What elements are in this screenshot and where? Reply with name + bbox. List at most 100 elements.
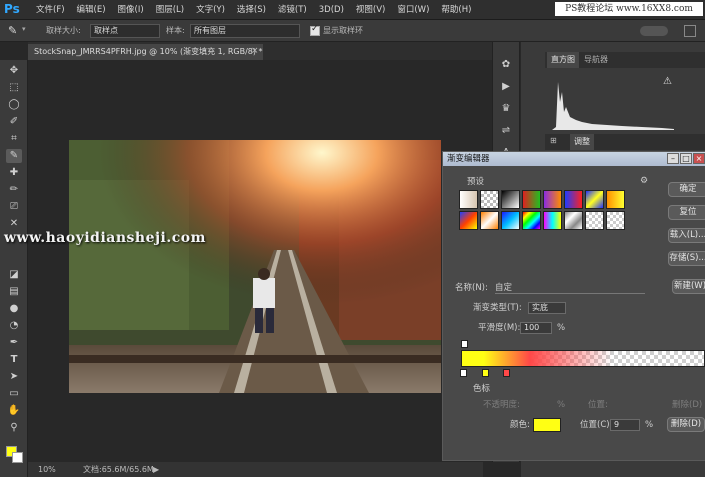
gradient-bar[interactable] [461,350,705,367]
menu-3d[interactable]: 3D(D) [313,0,350,20]
preset-swatch[interactable] [480,190,499,209]
railway-photo [69,140,441,393]
menu-file[interactable]: 文件(F) [30,0,71,20]
smoothness-input[interactable]: 100 [520,322,552,334]
eyedropper-tool-icon[interactable]: ✎ [6,149,22,163]
stop-color-swatch[interactable] [533,418,561,432]
healing-brush-tool-icon[interactable]: ✚ [6,166,22,180]
zoom-tool-icon[interactable]: ⚲ [6,421,22,435]
smoothness-unit: % [557,323,566,333]
preset-swatch[interactable] [522,190,541,209]
brush-settings-icon[interactable]: ♛ [499,102,513,116]
eyedropper-icon[interactable]: ✎ [8,24,22,38]
save-button[interactable]: 存储(S)... [668,251,705,266]
eraser-tool-icon[interactable]: ◪ [6,268,22,282]
brush-tool-icon[interactable]: ✏ [6,183,22,197]
dodge-tool-icon[interactable]: ◔ [6,319,22,333]
color-stop[interactable] [503,369,510,377]
play-icon[interactable]: ▶ [499,80,513,94]
smoothness-label: 平滑度(M): [478,323,521,333]
preset-swatch[interactable] [606,211,625,230]
adjust-icon[interactable]: ⇌ [499,124,513,138]
preset-swatch[interactable] [459,211,478,230]
chevron-down-icon[interactable]: ▾ [22,25,26,33]
menu-window[interactable]: 窗口(W) [391,0,435,20]
tab-navigator[interactable]: 导航器 [580,52,612,68]
shape-tool-icon[interactable]: ▭ [6,387,22,401]
document-tab[interactable]: StockSnap_JMRRS4PFRH.jpg @ 10% (渐变填充 1, … [28,44,263,60]
presets-label: 预设 [467,177,485,187]
preset-swatch[interactable] [501,190,520,209]
ok-button[interactable]: 确定 [668,182,705,197]
crop-tool-icon[interactable]: ⌗ [6,132,22,146]
history-brush-tool-icon[interactable]: ✕ [6,217,22,231]
preset-swatch[interactable] [522,211,541,230]
reset-button[interactable]: 复位 [668,205,705,220]
zoom-level[interactable]: 10% [38,462,56,477]
path-select-tool-icon[interactable]: ➤ [6,370,22,384]
minimize-icon[interactable]: – [667,153,679,164]
opacity-stop[interactable] [461,340,468,348]
close-window-icon[interactable]: × [693,153,705,164]
blur-tool-icon[interactable]: ● [6,302,22,316]
menu-image[interactable]: 图像(I) [112,0,150,20]
preset-swatch[interactable] [564,190,583,209]
tab-adjustments[interactable]: 调整 [570,134,594,150]
warning-icon[interactable]: ⚠ [663,76,672,87]
menu-view[interactable]: 视图(V) [350,0,391,20]
lasso-tool-icon[interactable]: ◯ [6,98,22,112]
location-input[interactable]: 9 [610,419,640,431]
gradient-tool-icon[interactable]: ▤ [6,285,22,299]
sample-select[interactable]: 所有图层 [190,24,300,38]
status-bar: 10% 文档:65.6M/65.6M ▶ [28,462,483,477]
text-tool-icon[interactable]: T [6,353,22,367]
color-label: 颜色: [510,420,530,430]
chevron-right-icon[interactable]: ▶ [153,462,159,477]
check-icon: ✓ [311,24,319,34]
color-stop-selected[interactable] [482,369,489,377]
gradient-type-select[interactable]: 实底 [528,302,566,314]
quick-select-tool-icon[interactable]: ✐ [6,115,22,129]
menu-layer[interactable]: 图层(L) [150,0,190,20]
menu-type[interactable]: 文字(Y) [190,0,231,20]
name-value[interactable]: 自定 [495,282,645,294]
preset-swatch[interactable] [585,190,604,209]
load-button[interactable]: 载入(L)... [668,228,705,243]
presets-grid[interactable] [459,190,629,234]
delete-button[interactable]: 删除(D) [667,417,705,432]
preset-swatch[interactable] [480,211,499,230]
panel-icon[interactable]: ⊞ [550,136,557,145]
document-size[interactable]: 文档:65.6M/65.6M [83,462,154,477]
preset-swatch[interactable] [585,211,604,230]
palette-icon[interactable]: ✿ [499,58,513,72]
adjustments-panel-tabs [545,134,705,150]
menu-help[interactable]: 帮助(H) [435,0,477,20]
close-icon[interactable]: × [251,46,259,56]
background-color-swatch[interactable] [12,452,23,463]
new-button[interactable]: 新建(W) [672,279,705,294]
workspace-icon[interactable] [684,25,696,37]
histogram-chart [552,72,674,130]
gear-icon[interactable]: ⚙ [640,176,648,186]
move-tool-icon[interactable]: ✥ [6,64,22,78]
preset-swatch[interactable] [564,211,583,230]
preset-swatch[interactable] [543,190,562,209]
preset-swatch[interactable] [606,190,625,209]
maximize-icon[interactable]: □ [680,153,692,164]
hand-tool-icon[interactable]: ✋ [6,404,22,418]
menu-select[interactable]: 选择(S) [231,0,272,20]
color-stop[interactable] [460,369,467,377]
tab-histogram[interactable]: 直方图 [547,52,579,68]
clone-stamp-tool-icon[interactable]: ⎚ [6,200,22,214]
preset-swatch[interactable] [501,211,520,230]
menu-edit[interactable]: 编辑(E) [71,0,112,20]
document-photo[interactable] [69,140,441,393]
marquee-tool-icon[interactable]: ⬚ [6,81,22,95]
preset-swatch[interactable] [459,190,478,209]
menu-filter[interactable]: 滤镜(T) [272,0,313,20]
toggle-switch[interactable] [640,26,668,36]
pen-tool-icon[interactable]: ✒ [6,336,22,350]
panel-bottom-icons [600,462,705,477]
sample-size-select[interactable]: 取样点 [90,24,160,38]
preset-swatch[interactable] [543,211,562,230]
